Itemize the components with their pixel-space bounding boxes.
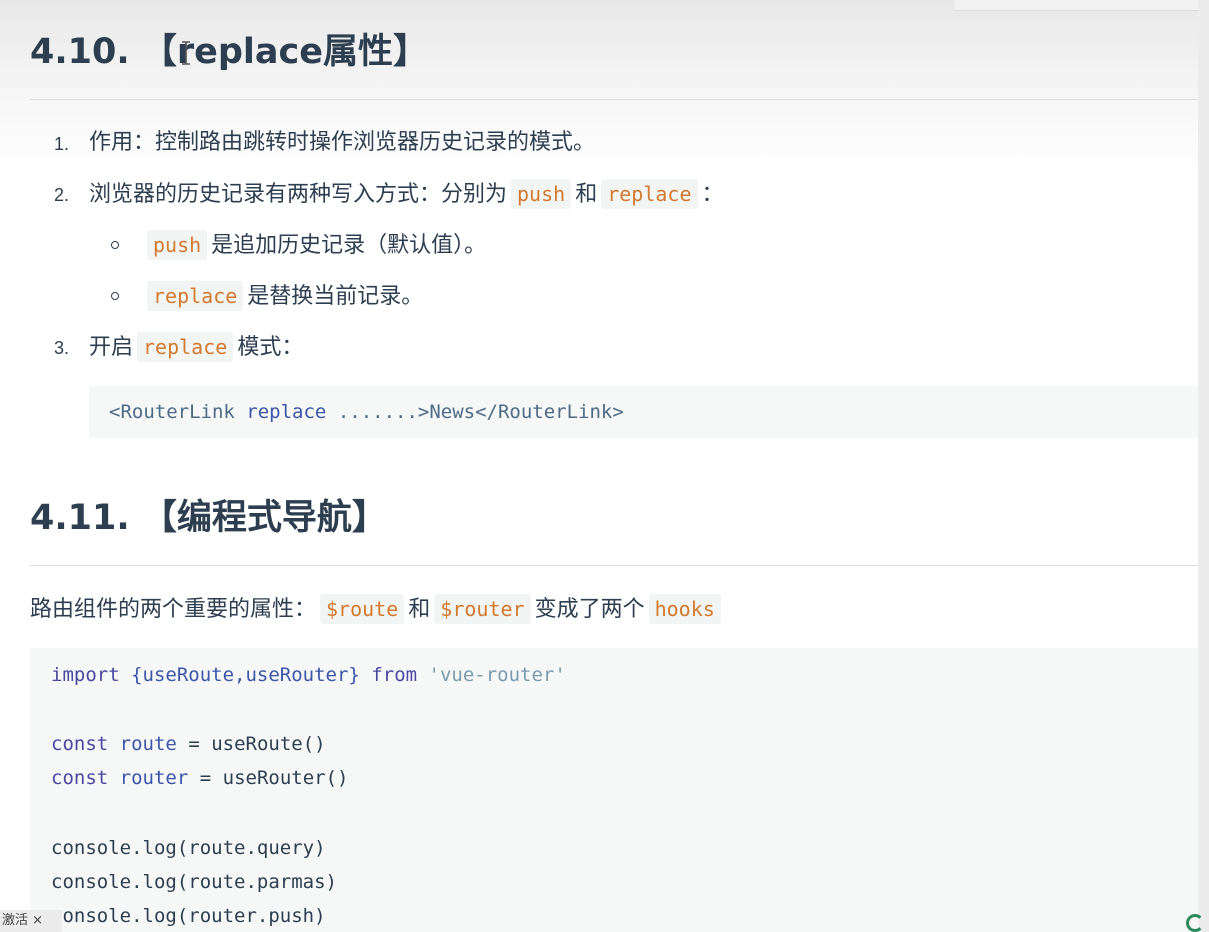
activation-badge[interactable]: 激活 × [0, 910, 62, 932]
sub-item-text: 是追加历史记录（默认值）。 [211, 233, 487, 258]
sub-item-replace: replace 是替换当前记录。 [143, 279, 423, 314]
scrollbar-track[interactable] [1198, 0, 1209, 932]
sub-item-push: push 是追加历史记录（默认值）。 [143, 228, 486, 263]
code-line: <RouterLink replace .......>News</Router… [109, 399, 624, 425]
code-keyword: const [51, 733, 109, 755]
list-item-text: ： [701, 182, 724, 207]
code-line-log-query: console.log(route.query) [51, 837, 326, 859]
code-string: 'vue-router' [428, 664, 566, 686]
bullet-circle [111, 241, 119, 249]
inline-code-push: push [147, 230, 208, 260]
code-keyword: from [371, 664, 418, 686]
list-item-history-modes: 浏览器的历史记录有两种写入方式：分别为 push 和 replace： [89, 177, 724, 212]
inline-code-replace: replace [137, 332, 234, 362]
code-tag-open: <RouterLink [109, 401, 235, 423]
list-number: 3. [54, 338, 70, 358]
code-variable: router [119, 767, 189, 789]
code-line-import: import {useRoute,useRouter} from 'vue-ro… [51, 662, 566, 688]
code-line-const-router: const router = useRouter() [51, 765, 348, 791]
code-keyword: import [51, 664, 120, 686]
inline-code-push: push [511, 179, 572, 209]
sub-item-text: 是替换当前记录。 [247, 284, 424, 309]
code-variable: route [119, 733, 177, 755]
section-title-replace: 4.10. 【replace属性】 [30, 32, 428, 72]
code-import-names: {useRoute,useRouter} [131, 664, 360, 686]
intro-text: 路由组件的两个重要的属性： [30, 597, 317, 622]
code-line-log-params: console.log(route.parmas) [51, 871, 337, 893]
code-line-const-route: const route = useRoute() [51, 731, 326, 757]
list-item-purpose: 作用：控制路由跳转时操作浏览器历史记录的模式。 [89, 126, 595, 160]
code-expression: = useRoute() [188, 733, 326, 755]
code-attr: replace [246, 401, 327, 423]
inline-code-replace: replace [601, 179, 698, 209]
text-cursor-icon [182, 41, 190, 65]
intro-text: 和 [408, 597, 431, 622]
document-content: 4.10. 【replace属性】 1. 作用：控制路由跳转时操作浏览器历史记录… [0, 0, 1198, 932]
code-keyword: const [51, 767, 109, 789]
code-block-routerlink: <RouterLink replace .......>News</Router… [89, 386, 1198, 438]
code-expression: = useRouter() [199, 767, 349, 789]
code-tag-rest: .......>News</RouterLink> [337, 401, 624, 423]
list-item-enable-replace: 开启 replace 模式： [89, 330, 303, 365]
list-item-text: 和 [575, 182, 598, 207]
bullet-circle [111, 292, 119, 300]
section-title-programmatic-nav: 4.11. 【编程式导航】 [30, 498, 387, 538]
code-line-log-push: console.log(router.push) [51, 905, 326, 927]
section-divider [30, 565, 1198, 566]
code-block-hooks: import {useRoute,useRouter} from 'vue-ro… [30, 648, 1198, 932]
inline-code-hooks: hooks [648, 594, 721, 624]
status-spinner-icon [1186, 914, 1204, 932]
section-divider [30, 99, 1198, 100]
list-number: 2. [54, 185, 70, 205]
intro-paragraph: 路由组件的两个重要的属性： $route 和 $router 变成了两个 hooks [30, 592, 725, 627]
intro-text: 变成了两个 [534, 597, 645, 622]
inline-code-route: $route [320, 594, 405, 624]
inline-code-router: $router [434, 594, 531, 624]
inline-code-replace: replace [147, 281, 244, 311]
list-number: 1. [54, 134, 70, 154]
list-item-text: 浏览器的历史记录有两种写入方式：分别为 [89, 182, 508, 207]
list-item-text: 开启 [89, 335, 134, 360]
list-item-text: 作用：控制路由跳转时操作浏览器历史记录的模式。 [89, 130, 596, 155]
list-item-text: 模式： [237, 335, 304, 360]
